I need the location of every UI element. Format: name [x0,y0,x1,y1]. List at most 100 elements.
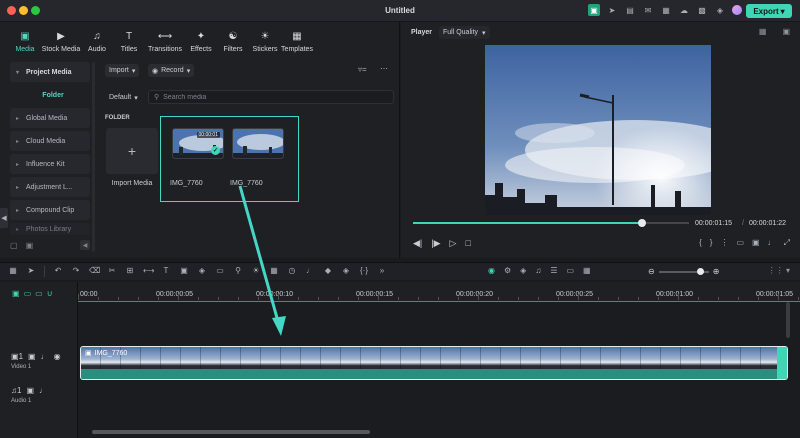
record-dropdown[interactable]: ◉ Record ▾ [148,64,195,77]
tab-stickers[interactable]: ☀ Stickers [250,26,280,60]
fullscreen-icon[interactable]: ⤢ [784,238,790,248]
timeline-ruler[interactable]: 00:00 00:00:00:05 00:00:00:10 00:00:00:15 00… [78,282,800,302]
keyframe-icon[interactable]: ◆ [323,266,333,277]
zoom-slider[interactable] [658,267,709,275]
search-input[interactable] [163,93,364,101]
sidebar-scrollbar[interactable] [92,62,95,252]
tab-audio[interactable]: ♫ Audio [82,26,112,60]
snap-icon[interactable]: ▭ [35,289,43,298]
save-icon[interactable]: ▦ [660,4,672,16]
mask-icon[interactable]: ◈ [197,266,207,277]
tab-media[interactable]: ▣ Media [10,26,40,60]
zoom-slider-knob[interactable] [696,267,704,275]
search-field[interactable]: ⚲ [148,90,394,104]
import-dropdown[interactable]: Import ▾ [105,64,140,77]
ai-icon[interactable]: ◉ [488,266,495,275]
playhead-knob[interactable] [638,219,647,227]
motion-icon[interactable]: ◈ [341,266,351,277]
import-media-tile[interactable]: + [106,128,158,174]
color-palette-icon[interactable]: ☀ [251,266,261,277]
snapshot-icon[interactable]: ▣ [752,238,760,248]
audio-icon[interactable]: ♩ [305,266,315,277]
zoom-search-icon[interactable]: ⚲ [233,266,243,277]
timeline-vertical-scrollbar[interactable] [786,302,790,338]
tab-effects[interactable]: ✦ Effects [186,26,216,60]
sidebar-item-project-media[interactable]: ▾ Project Media [10,62,90,82]
list-icon[interactable]: ☰ [550,266,557,275]
more-options-icon[interactable]: ⋮ [720,238,728,248]
quality-dropdown[interactable]: Full Quality ▾ [439,26,490,39]
playback-progress-bar[interactable] [413,219,689,227]
settings-gear-icon[interactable]: ⚙ [504,266,511,275]
sidebar-item-global-media[interactable]: ▸ Global Media [10,108,90,128]
undo-icon[interactable]: ↶ [53,266,63,277]
snapshot-image-icon[interactable]: ▣ [782,27,790,36]
layout-icon[interactable]: ▦ [8,266,18,277]
timeline-horizontal-scrollbar[interactable] [92,430,370,434]
scene-icon[interactable]: ▦ [583,266,591,275]
avatar[interactable] [732,5,742,15]
split-icon[interactable]: ✂ [107,266,117,277]
sidebar-item-adjustment-layer[interactable]: ▸ Adjustment L... [10,177,90,197]
play-step-icon[interactable]: |▶ [431,238,440,249]
eye-icon[interactable]: ◉ [54,352,61,361]
sidebar-item-cloud-media[interactable]: ▸ Cloud Media [10,131,90,151]
preview-icon[interactable]: ▭ [566,266,574,275]
cloud-icon[interactable]: ☁ [678,4,690,16]
magnet-icon[interactable]: ∪ [47,289,53,298]
add-track-icon[interactable]: ▣ [12,289,20,298]
display-icon[interactable]: ▭ [736,238,744,248]
folder-icon[interactable]: ▣ [26,386,34,395]
tab-transitions[interactable]: ⟷ Transitions [146,26,184,60]
play-icon[interactable]: ▷ [450,238,457,249]
video-preview[interactable] [485,45,711,215]
mark-out-icon[interactable]: } [710,238,713,248]
mail-icon[interactable]: ✉ [642,4,654,16]
delete-icon[interactable]: ⌫ [89,266,100,277]
notification-icon[interactable]: ◈ [714,4,726,16]
volume-icon[interactable]: ♩ [768,238,776,248]
mark-in-icon[interactable]: { [699,238,702,248]
more-tools-icon[interactable]: » [377,266,387,277]
effects-icon[interactable]: ▦ [269,266,279,277]
sidebar-item-compound-clip[interactable]: ▸ Compound Clip [10,200,90,220]
clip-trim-handle[interactable] [777,347,787,379]
sort-dropdown[interactable]: Default ▾ [105,91,142,104]
transform-icon[interactable]: ⟷ [143,266,154,277]
media-thumbnail[interactable]: 00:00:01 ✓ [172,128,224,159]
zoom-out-icon[interactable]: ⊖ [648,267,655,276]
sidebar-item-photos-library[interactable]: ▸ Photos Library [10,223,90,235]
select-pointer-icon[interactable]: ➤ [26,266,36,277]
folder-icon[interactable]: ▣ [28,352,36,361]
gift-icon[interactable]: ▣ [588,4,600,16]
more-options-icon[interactable]: ⋯ [380,64,388,73]
send-icon[interactable]: ➤ [606,4,618,16]
tab-filters[interactable]: ☯ Filters [218,26,248,60]
zoom-in-icon[interactable]: ⊕ [713,267,720,276]
speaker-icon[interactable]: ♩ [41,352,49,361]
new-folder-icon[interactable]: ▢ [10,241,18,250]
microphone-icon[interactable]: ♫ [535,266,541,275]
grid-icon[interactable]: ▩ [696,4,708,16]
tab-templates[interactable]: ▦ Templates [281,26,313,60]
duplicate-icon[interactable]: ▭ [215,266,225,277]
text-icon[interactable]: T [161,266,171,277]
crop-icon[interactable]: ⊞ [125,266,135,277]
speaker-icon[interactable]: ♩ [39,386,47,395]
sidebar-item-folder[interactable]: Folder [10,85,90,105]
tab-stock-media[interactable]: ▶ Stock Media [42,26,81,60]
link-icon[interactable]: ▭ [24,289,32,298]
document-icon[interactable]: ▤ [624,4,636,16]
video-clip[interactable]: ▣ IMG_7760 [80,346,788,380]
previous-frame-icon[interactable]: ◀| [413,238,422,249]
shield-icon[interactable]: ◈ [520,266,526,275]
collapse-sidebar-button[interactable]: ◀ [80,240,90,250]
compare-view-icon[interactable]: ▦ [759,27,767,36]
sidebar-item-influence-kit[interactable]: ▸ Influence Kit [10,154,90,174]
export-button[interactable]: Export ▾ [746,4,792,18]
timeline-menu-icon[interactable]: ⋮⋮ ▾ [768,266,790,275]
panel-collapse-handle[interactable]: ◀ [0,208,8,228]
filter-icon[interactable]: ▿= [358,65,367,74]
timeline-tracks[interactable]: ▣ IMG_7760 [78,302,800,438]
bracket-icon[interactable]: {·} [359,266,369,277]
